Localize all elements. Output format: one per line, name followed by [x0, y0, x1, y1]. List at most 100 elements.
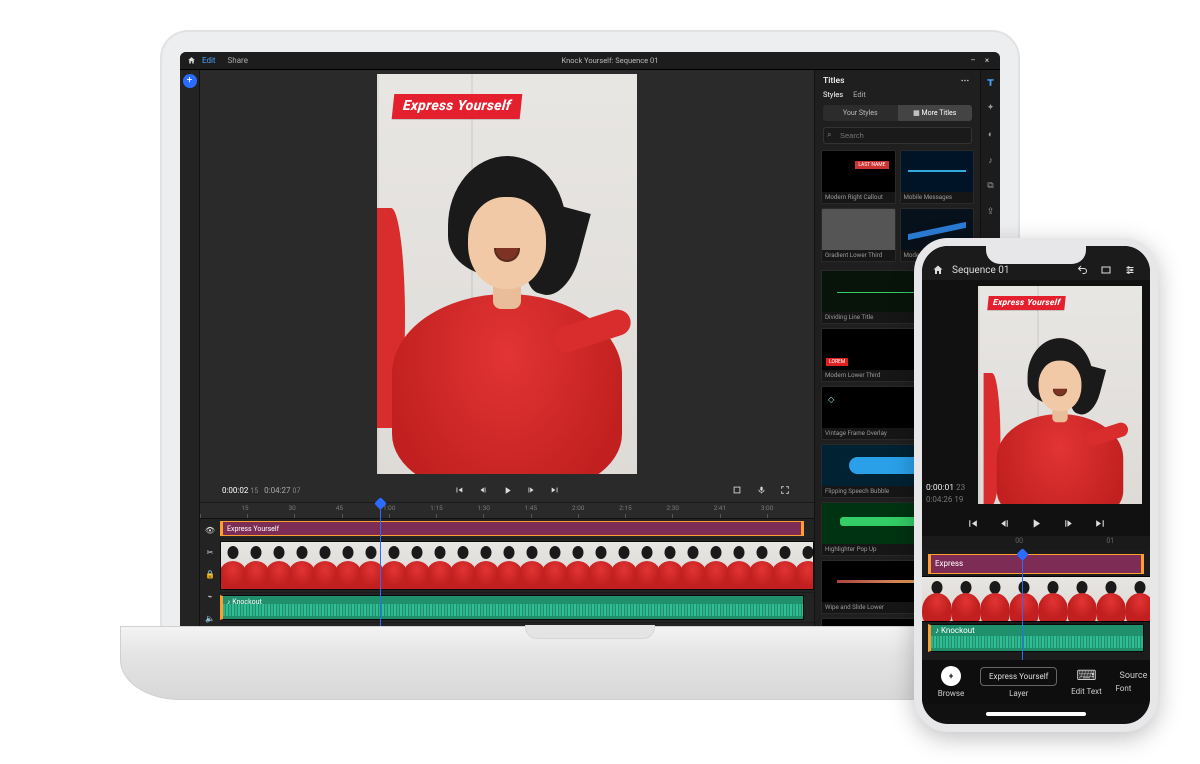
step-forward-button[interactable]	[524, 483, 538, 497]
styles-segment: Your Styles ▦ More Titles	[823, 105, 972, 121]
menu-edit[interactable]: Edit	[196, 56, 222, 65]
mobile-playhead[interactable]	[1022, 550, 1023, 660]
aspect-button[interactable]	[1100, 264, 1116, 276]
browse-button[interactable]: + Browse	[928, 666, 974, 698]
lock-icon[interactable]: 🔒	[203, 567, 217, 581]
transport-bar: 0:00:02 15 0:04:27 07	[200, 478, 814, 502]
mobile-overlay-title[interactable]: Express Yourself	[987, 296, 1066, 310]
search-icon: ⌕	[827, 130, 831, 140]
center-column: Express Yourself 0:00:02 15 0:04:27 07	[200, 70, 814, 630]
play-button[interactable]	[500, 483, 514, 497]
eye-icon[interactable]: 👁	[203, 523, 217, 537]
step-forward-button[interactable]	[1061, 516, 1075, 530]
go-to-start-button[interactable]	[452, 483, 466, 497]
go-to-start-button[interactable]	[965, 516, 979, 530]
clip-thumb	[951, 577, 980, 621]
color-tool-icon[interactable]: ◐	[985, 128, 997, 140]
mobile-ruler[interactable]: 00 01	[922, 536, 1150, 550]
clip-thumb	[796, 542, 814, 589]
clip-thumb	[1067, 577, 1096, 621]
mobile-title-clip[interactable]: Express	[928, 554, 1144, 574]
play-button[interactable]	[1029, 516, 1043, 530]
window-close-icon[interactable]: ×	[980, 54, 994, 68]
go-to-end-button[interactable]	[1093, 516, 1107, 530]
clip-thumb	[520, 542, 543, 589]
home-icon[interactable]	[932, 264, 944, 276]
clip-thumb	[589, 542, 612, 589]
overlay-title[interactable]: Express Yourself	[392, 94, 523, 119]
segment-your-styles[interactable]: Your Styles	[823, 105, 898, 121]
step-back-button[interactable]	[997, 516, 1011, 530]
voiceover-mic-button[interactable]	[754, 483, 768, 497]
clip-thumb	[773, 542, 796, 589]
mobile-audio-clip[interactable]: ♪ Knockout	[928, 624, 1144, 652]
clip-thumb	[221, 542, 244, 589]
transport-controls	[452, 483, 562, 497]
menu-share[interactable]: Share	[222, 56, 254, 65]
clip-thumb	[474, 542, 497, 589]
panel-more-icon[interactable]: ⋯	[958, 74, 972, 88]
add-media-button[interactable]: +	[183, 74, 197, 88]
phone-home-indicator[interactable]	[922, 704, 1150, 724]
timeline-ruler[interactable]: 15 30 45 1:00 1:15 1:30 1:45 2:00 2:15 2…	[200, 502, 814, 518]
step-back-button[interactable]	[476, 483, 490, 497]
go-to-end-button[interactable]	[548, 483, 562, 497]
clip-thumb	[704, 542, 727, 589]
timeline-tracks: Express Yourself ♪	[220, 519, 814, 630]
audio-clip[interactable]: ♪ Knockout	[220, 595, 804, 620]
mute-icon[interactable]: 🔈	[203, 612, 217, 626]
subject-person	[377, 154, 637, 474]
audio-track[interactable]: ♪ Knockout	[220, 593, 814, 623]
preview-video[interactable]: Express Yourself	[377, 74, 637, 474]
clip-thumb	[635, 542, 658, 589]
clip-thumb	[1009, 577, 1038, 621]
fullscreen-button[interactable]	[778, 483, 792, 497]
tab-styles[interactable]: Styles	[823, 90, 843, 99]
timeline[interactable]: 👁 ✂ 🔒 ⌁ 🔈 Express Yourself	[200, 518, 814, 630]
clip-thumb	[290, 542, 313, 589]
font-picker[interactable]: Source Sans Pro Font	[1115, 671, 1158, 693]
clip-thumb	[405, 542, 428, 589]
mobile-timecode: 0:00:01 23 0:04:26 19	[922, 280, 978, 510]
clip-thumb	[566, 542, 589, 589]
export-tool-icon[interactable]: ⇪	[985, 206, 997, 218]
crop-aspect-button[interactable]	[730, 483, 744, 497]
phone-notch	[986, 246, 1086, 264]
transform-tool-icon[interactable]: ⧉	[985, 180, 997, 192]
title-tile[interactable]: Gradient Lower Third	[821, 208, 896, 262]
audio-tool-icon[interactable]: ♪	[985, 154, 997, 166]
title-tile[interactable]: Mobile Messages	[900, 150, 975, 204]
window-minimize-icon[interactable]: –	[966, 54, 980, 68]
title-track[interactable]: Express Yourself	[220, 519, 814, 539]
settings-button[interactable]	[1124, 264, 1140, 276]
motion-tool-icon[interactable]: ✦	[985, 102, 997, 114]
home-icon[interactable]	[186, 54, 196, 68]
mobile-video-clip[interactable]	[922, 576, 1150, 622]
music-icon: ♪	[935, 626, 939, 635]
clip-thumb	[336, 542, 359, 589]
tab-edit[interactable]: Edit	[853, 90, 866, 99]
video-clip[interactable]	[220, 541, 814, 590]
undo-button[interactable]	[1076, 264, 1092, 276]
titles-search-input[interactable]	[823, 127, 972, 144]
mobile-sequence-title: Sequence 01	[952, 265, 1010, 276]
video-track[interactable]	[220, 539, 814, 593]
scissors-icon[interactable]: ✂	[203, 545, 217, 559]
edit-text-button[interactable]: ⌨ Edit Text	[1063, 668, 1109, 696]
playhead[interactable]	[380, 503, 381, 630]
magnet-icon[interactable]: ⌁	[203, 590, 217, 604]
titles-tool-icon[interactable]	[985, 76, 997, 88]
mobile-timeline[interactable]: Express ♪ Knockout	[922, 550, 1150, 660]
document-title: Knock Yourself: Sequence 01	[254, 56, 966, 65]
clip-thumb	[658, 542, 681, 589]
clip-thumb	[1038, 577, 1067, 621]
title-tile[interactable]: Modern Right Callout	[821, 150, 896, 204]
layer-chip-button[interactable]: Express Yourself Layer	[980, 667, 1057, 698]
title-clip[interactable]: Express Yourself	[220, 521, 804, 536]
mobile-preview-video[interactable]: Express Yourself	[978, 286, 1142, 504]
clip-thumb	[382, 542, 405, 589]
segment-more-titles[interactable]: ▦ More Titles	[898, 105, 973, 121]
clip-thumb	[313, 542, 336, 589]
app-body: +	[180, 70, 1000, 630]
clip-thumb	[359, 542, 382, 589]
